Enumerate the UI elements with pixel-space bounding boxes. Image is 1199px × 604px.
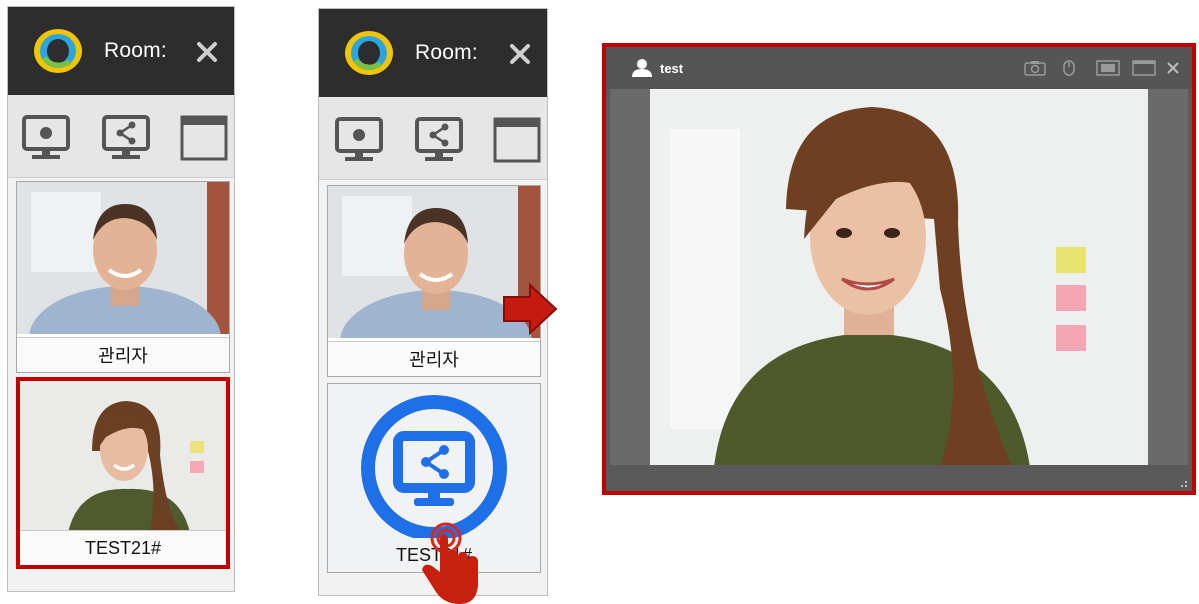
viewer-title-bar: test	[606, 47, 1192, 89]
participant-name: 관리자	[328, 341, 540, 376]
close-icon[interactable]	[509, 43, 531, 65]
share-screen-icon[interactable]	[413, 115, 465, 165]
click-hand-icon	[422, 522, 478, 604]
panel-toolbar	[8, 95, 234, 178]
panel-toolbar	[319, 97, 547, 180]
remote-video-feed	[610, 89, 1188, 467]
panel-header: Room:	[319, 9, 547, 97]
screen-settings-icon[interactable]	[20, 113, 72, 163]
resize-grip-icon[interactable]	[1178, 478, 1188, 488]
user-icon	[632, 59, 652, 77]
participant-video-woman	[20, 381, 226, 533]
window-icon[interactable]	[1132, 60, 1156, 76]
window-icon[interactable]	[491, 115, 543, 165]
window-icon[interactable]	[178, 113, 230, 163]
participant-name: TEST21#	[20, 530, 226, 565]
share-screen-icon[interactable]	[100, 113, 152, 163]
participant-tile[interactable]: 관리자	[327, 185, 541, 377]
arrow-right-icon	[503, 283, 558, 335]
app-logo-icon	[345, 31, 393, 75]
room-label: Room:	[104, 39, 167, 62]
panel-header: Room:	[8, 7, 234, 95]
participant-name: 관리자	[17, 337, 229, 372]
close-icon[interactable]	[196, 41, 218, 63]
participant-video-man	[17, 182, 229, 334]
screen-settings-icon[interactable]	[333, 115, 385, 165]
close-icon[interactable]	[1166, 60, 1180, 76]
participant-panel-left: Room: 관리자 TEST21#	[7, 6, 235, 592]
app-logo-icon	[34, 29, 82, 73]
participant-tile[interactable]: 관리자	[16, 181, 230, 373]
participant-tile-selected[interactable]: TEST21#	[16, 377, 230, 569]
video-viewer-window: test	[602, 43, 1196, 495]
fit-screen-icon[interactable]	[1096, 60, 1120, 76]
room-label: Room:	[415, 41, 478, 64]
camera-icon[interactable]	[1024, 60, 1046, 76]
viewer-status-bar	[606, 465, 1192, 491]
mouse-icon[interactable]	[1062, 60, 1076, 76]
viewer-user-name: test	[660, 61, 684, 76]
